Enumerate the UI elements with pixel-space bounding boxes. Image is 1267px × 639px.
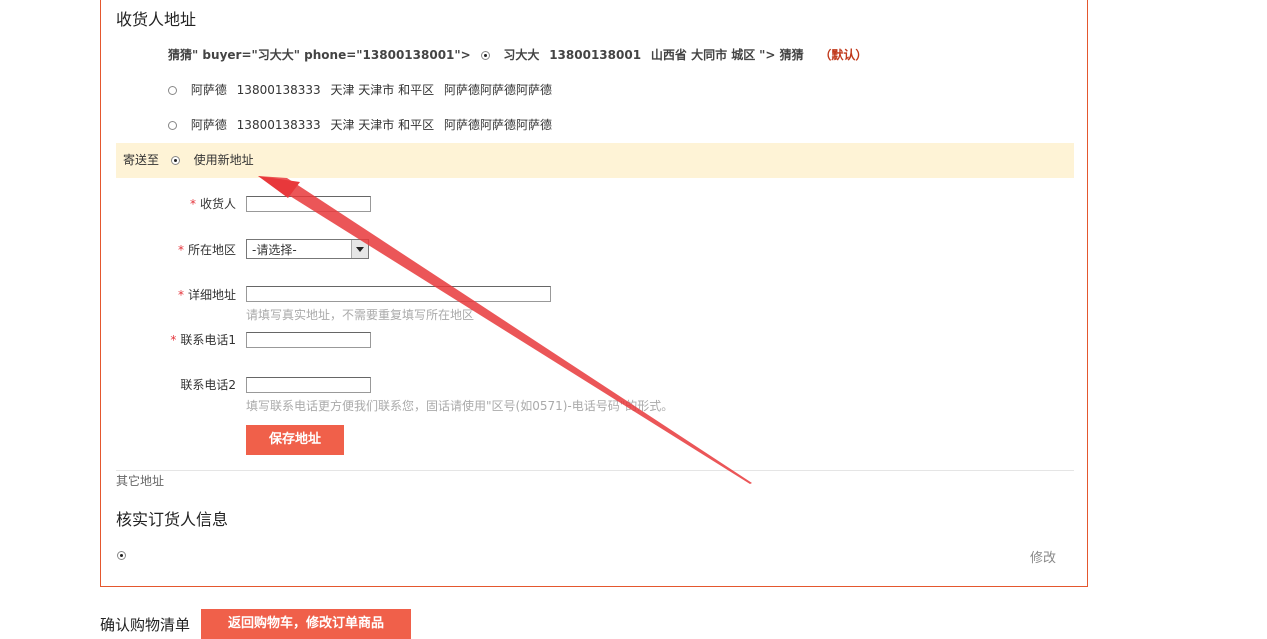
annotation-arrow-icon	[258, 176, 752, 484]
